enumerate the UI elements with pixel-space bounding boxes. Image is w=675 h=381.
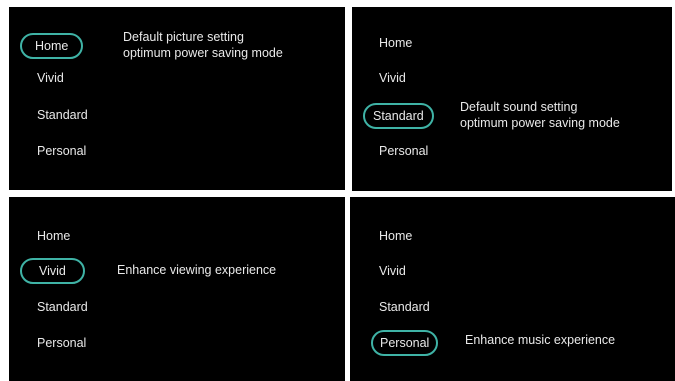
description-line: Enhance viewing experience [117, 263, 277, 277]
setting-description: Default sound setting optimum power savi… [460, 99, 620, 131]
description-line: Default sound setting [460, 100, 578, 114]
description-line: optimum power saving mode [123, 46, 283, 60]
menu-item-home[interactable]: Home [37, 228, 70, 244]
setting-description: Enhance music experience [465, 332, 615, 348]
menu-item-personal[interactable]: Personal [371, 330, 439, 356]
menu-item-vivid[interactable]: Vivid [20, 258, 85, 284]
setting-description: Enhance viewing experience [117, 262, 276, 278]
menu-item-vivid[interactable]: Vivid [379, 70, 406, 86]
menu-item-vivid[interactable]: Vivid [37, 70, 64, 86]
menu-item-standard[interactable]: Standard [37, 299, 88, 315]
description-line: Default picture setting [123, 30, 244, 44]
description-line: Enhance music experience [465, 333, 616, 347]
menu-panel-personal: Home Vivid Standard Personal Enhance mus… [350, 197, 675, 381]
menu-panel-home: Home Vivid Standard Personal Default pic… [9, 7, 345, 190]
menu-item-personal[interactable]: Personal [37, 143, 86, 159]
menu-item-standard[interactable]: Standard [363, 103, 434, 129]
setting-description: Default picture setting optimum power sa… [123, 29, 283, 61]
menu-item-home[interactable]: Home [20, 33, 84, 59]
menu-item-home[interactable]: Home [379, 35, 412, 51]
menu-item-personal[interactable]: Personal [37, 335, 86, 351]
menu-panel-vivid: Home Vivid Standard Personal Enhance vie… [9, 197, 345, 381]
menu-item-home[interactable]: Home [379, 228, 412, 244]
menu-panel-standard: Home Vivid Standard Personal Default sou… [352, 7, 672, 191]
description-line: optimum power saving mode [460, 116, 620, 130]
menu-item-standard[interactable]: Standard [37, 107, 88, 123]
menu-item-standard[interactable]: Standard [379, 299, 430, 315]
menu-item-vivid[interactable]: Vivid [379, 263, 406, 279]
menu-item-personal[interactable]: Personal [379, 143, 428, 159]
